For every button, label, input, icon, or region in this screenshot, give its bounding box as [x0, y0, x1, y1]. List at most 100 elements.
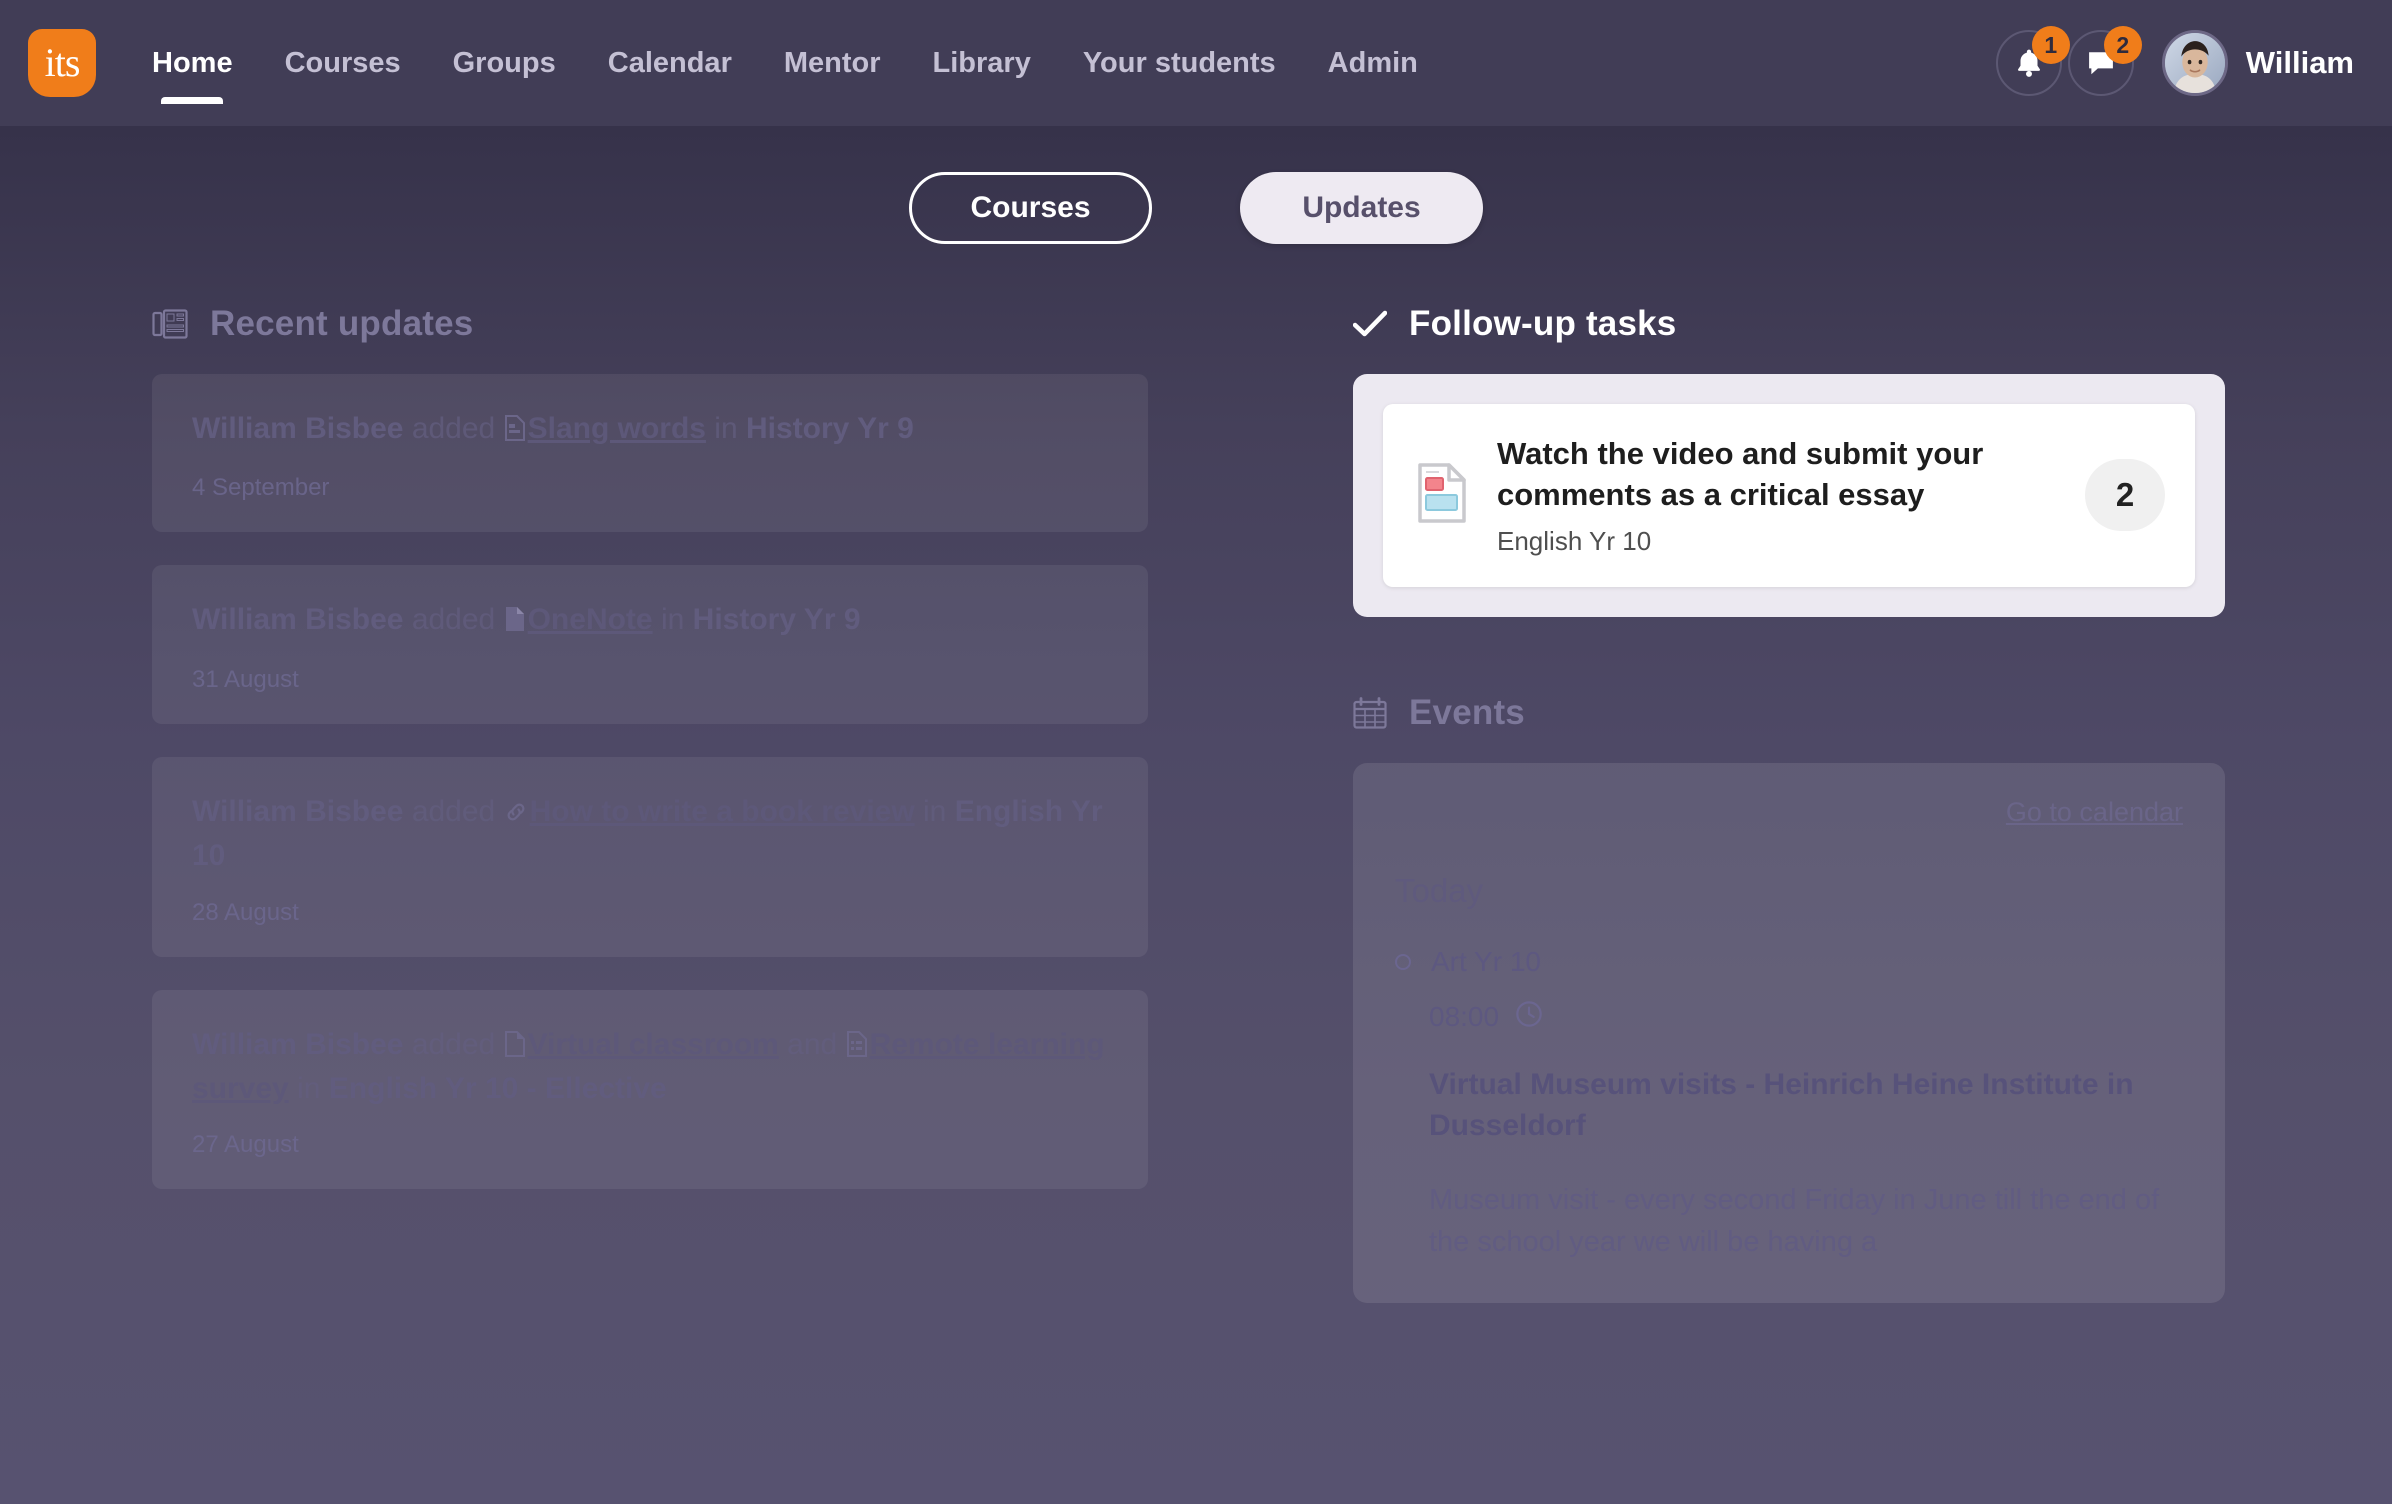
update-actor: William Bisbee [192, 603, 403, 636]
update-verb: added [412, 1028, 495, 1061]
user-name-label: William [2246, 45, 2354, 81]
update-context: History Yr 9 [746, 412, 914, 445]
update-link[interactable]: How to write a book review [530, 795, 915, 828]
events-day-label: Today [1395, 872, 2183, 910]
task-title: Watch the video and submit your comments… [1497, 434, 2063, 516]
update-preposition: in [297, 1072, 320, 1105]
nav-item-courses[interactable]: Courses [259, 0, 427, 126]
update-link[interactable]: Slang words [528, 412, 706, 445]
update-date: 31 August [192, 666, 1108, 694]
task-text-block: Watch the video and submit your comments… [1497, 434, 2063, 557]
update-link[interactable]: OneNote [528, 603, 653, 636]
follow-up-tasks-header: Follow-up tasks [1353, 304, 2225, 344]
update-actor: William Bisbee [192, 1028, 403, 1061]
itslearning-logo[interactable]: its [28, 29, 96, 97]
nav-item-admin-label: Admin [1328, 47, 1418, 80]
event-time-label: 08:00 [1429, 1001, 1499, 1033]
calendar-icon [1353, 697, 1387, 729]
events-panel: Go to calendar Today Art Yr 10 08:00 Vir… [1353, 763, 2225, 1303]
toggle-courses-label: Courses [970, 191, 1090, 225]
event-course-row[interactable]: Art Yr 10 [1395, 946, 2183, 978]
onenote-icon [504, 602, 526, 643]
user-menu[interactable]: William [2162, 30, 2354, 96]
go-to-calendar-link[interactable]: Go to calendar [1395, 797, 2183, 828]
logo-text: its [45, 43, 80, 83]
update-card[interactable]: William Bisbee added How to write a book… [152, 757, 1148, 957]
events-header: Events [1353, 693, 2225, 733]
nav-item-mentor[interactable]: Mentor [758, 0, 907, 126]
nav-item-library-label: Library [933, 47, 1031, 80]
event-course-label: Art Yr 10 [1431, 946, 1541, 978]
right-column: Follow-up tasks Watch the vide [1353, 304, 2225, 1303]
events-title: Events [1409, 693, 1525, 733]
update-preposition: in [661, 603, 684, 636]
toggle-updates-label: Updates [1302, 191, 1420, 225]
follow-up-tasks-title: Follow-up tasks [1409, 304, 1676, 344]
user-avatar-photo [2165, 33, 2225, 93]
event-time-row: 08:00 [1429, 1000, 2183, 1035]
nav-item-home-label: Home [152, 47, 233, 80]
notifications-badge: 1 [2032, 26, 2070, 64]
update-context: English Yr 10 - Ellective [329, 1072, 667, 1105]
nav-item-calendar[interactable]: Calendar [582, 0, 758, 126]
update-card[interactable]: William Bisbee added Slang words in Hist… [152, 374, 1148, 532]
update-card[interactable]: William Bisbee added Virtual classroom a… [152, 990, 1148, 1190]
update-actor: William Bisbee [192, 412, 403, 445]
event-description: Museum visit - every second Friday in Ju… [1429, 1180, 2183, 1262]
recent-updates-title: Recent updates [210, 304, 473, 344]
follow-up-tasks-panel: Watch the video and submit your comments… [1353, 374, 2225, 617]
clock-icon [1515, 1000, 1543, 1035]
update-text: William Bisbee added OneNote in History … [192, 599, 1108, 643]
update-link[interactable]: Virtual classroom [528, 1028, 779, 1061]
update-preposition: in [923, 795, 946, 828]
nav-item-admin[interactable]: Admin [1302, 0, 1444, 126]
top-navigation-bar: its Home Courses Groups Calendar Mentor … [0, 0, 2392, 126]
event-title[interactable]: Virtual Museum visits - Heinrich Heine I… [1429, 1065, 2183, 1147]
task-count-badge: 2 [2085, 459, 2165, 531]
link-icon [504, 794, 528, 835]
nav-item-your-students-label: Your students [1083, 47, 1276, 80]
update-date: 27 August [192, 1131, 1108, 1159]
notifications-button[interactable]: 1 [1996, 30, 2062, 96]
event-bullet-icon [1395, 954, 1411, 970]
toggle-courses-button[interactable]: Courses [909, 172, 1152, 244]
update-verb: added [412, 795, 495, 828]
update-context: History Yr 9 [693, 603, 861, 636]
update-card[interactable]: William Bisbee added OneNote in History … [152, 565, 1148, 723]
recent-updates-header: Recent updates [152, 304, 1148, 344]
nav-right-actions: 1 2 [1996, 30, 2354, 96]
nav-item-groups-label: Groups [453, 47, 556, 80]
assignment-document-icon [1417, 462, 1467, 529]
document-icon [504, 411, 526, 452]
nav-item-mentor-label: Mentor [784, 47, 881, 80]
document-icon [504, 1027, 526, 1068]
avatar [2162, 30, 2228, 96]
toggle-updates-button[interactable]: Updates [1240, 172, 1483, 244]
update-conjunction: and [787, 1028, 837, 1061]
update-text: William Bisbee added Virtual classroom a… [192, 1024, 1108, 1110]
task-course: English Yr 10 [1497, 526, 2063, 557]
update-text: William Bisbee added How to write a book… [192, 791, 1108, 877]
update-text: William Bisbee added Slang words in Hist… [192, 408, 1108, 452]
task-card[interactable]: Watch the video and submit your comments… [1383, 404, 2195, 587]
survey-icon [846, 1027, 868, 1068]
recent-updates-column: Recent updates William Bisbee added Slan… [152, 304, 1148, 1303]
page-content: Courses Updates [0, 126, 2392, 1504]
check-icon [1353, 310, 1387, 338]
update-date: 4 September [192, 474, 1108, 502]
content-columns: Recent updates William Bisbee added Slan… [0, 244, 2392, 1303]
update-actor: William Bisbee [192, 795, 403, 828]
view-toggle-group: Courses Updates [0, 126, 2392, 244]
newspaper-icon [152, 309, 188, 339]
main-navigation: Home Courses Groups Calendar Mentor Libr… [126, 0, 1444, 126]
nav-item-home[interactable]: Home [126, 0, 259, 126]
update-verb: added [412, 412, 495, 445]
nav-item-library[interactable]: Library [907, 0, 1057, 126]
messages-badge: 2 [2104, 26, 2142, 64]
messages-button[interactable]: 2 [2068, 30, 2134, 96]
nav-item-calendar-label: Calendar [608, 47, 732, 80]
nav-item-groups[interactable]: Groups [427, 0, 582, 126]
update-preposition: in [714, 412, 737, 445]
nav-item-your-students[interactable]: Your students [1057, 0, 1302, 126]
nav-item-courses-label: Courses [285, 47, 401, 80]
